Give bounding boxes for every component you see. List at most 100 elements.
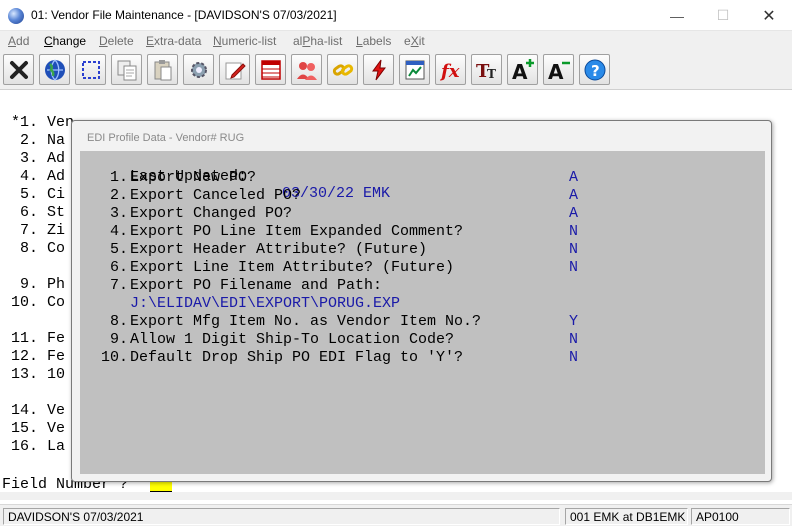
app-globe-icon	[8, 8, 24, 24]
copy-icon	[117, 60, 136, 80]
option-value: N	[569, 241, 579, 258]
globe-button[interactable]	[39, 54, 70, 85]
close-x-icon	[9, 60, 28, 79]
horizontal-scrollbar[interactable]	[0, 492, 792, 500]
option-label: Export Mfg Item No. as Vendor Item No.?	[130, 313, 482, 330]
lightning-button[interactable]	[363, 54, 394, 85]
background-field-line: 5. Ci	[11, 186, 66, 203]
option-number: 6.	[109, 259, 128, 276]
export-path-value: J:\ELIDAV\EDI\EXPORT\PORUG.EXP	[130, 295, 401, 312]
menu-exit[interactable]: eXit	[404, 34, 425, 48]
font-decrease-button[interactable]: A	[543, 54, 574, 85]
svg-text:?: ?	[591, 62, 600, 80]
edit-pencil-button[interactable]	[219, 54, 250, 85]
option-value: Y	[569, 313, 579, 330]
menu-extra-data[interactable]: Extra-data	[146, 34, 201, 48]
edi-option-row[interactable]: 7. Export PO Filename and Path:	[80, 277, 765, 295]
dialog-body: Last Updated: 03/30/22 EMK 1. Export New …	[80, 151, 765, 474]
background-field-line: 12. Fe	[11, 348, 66, 365]
edi-option-row[interactable]: 10. Default Drop Ship PO EDI Flag to 'Y'?…	[80, 349, 765, 367]
option-number: 7.	[109, 277, 128, 294]
option-number: 5.	[109, 241, 128, 258]
font-style-button[interactable]: TT	[471, 54, 502, 85]
background-field-line: 15. Ve	[11, 420, 66, 437]
function-fx-icon: fx	[439, 61, 460, 82]
table-button[interactable]	[255, 54, 286, 85]
edi-option-row[interactable]: 9. Allow 1 Digit Ship-To Location Code? N	[80, 331, 765, 349]
menu-alpha-list[interactable]: alPha-list	[293, 34, 342, 48]
background-field-line: 4. Ad	[11, 168, 66, 185]
option-value: A	[569, 205, 579, 222]
minimize-button[interactable]: —	[654, 0, 700, 31]
option-value: A	[569, 187, 579, 204]
copy-button[interactable]	[111, 54, 142, 85]
title-bar: 01: Vendor File Maintenance - [DAVIDSON'…	[0, 0, 792, 31]
option-label: Allow 1 Digit Ship-To Location Code?	[130, 331, 455, 348]
background-field-line: 8. Co	[11, 240, 66, 257]
svg-text:A: A	[548, 60, 564, 82]
status-user: 001 EMK at DB1EMK	[565, 508, 688, 525]
chart-window-button[interactable]	[399, 54, 430, 85]
option-value: N	[569, 349, 579, 366]
option-number: 9.	[109, 331, 128, 348]
background-field-line: 14. Ve	[11, 402, 66, 419]
menu-add[interactable]: Add	[8, 34, 29, 48]
help-button[interactable]: ?	[579, 54, 610, 85]
background-field-line: 2. Na	[11, 132, 66, 149]
toolbar: fx T T A A?	[0, 50, 792, 90]
edi-option-row[interactable]: 2. Export Canceled PO? A	[80, 187, 765, 205]
edi-option-row[interactable]: 5. Export Header Attribute? (Future) N	[80, 241, 765, 259]
option-label: Default Drop Ship PO EDI Flag to 'Y'?	[130, 349, 464, 366]
link-chain-icon	[332, 63, 353, 76]
menu-delete[interactable]: Delete	[99, 34, 134, 48]
maximize-button[interactable]: ☐	[700, 0, 746, 31]
font-style-icon: TT	[476, 61, 496, 82]
close-window-button[interactable]: ✕	[746, 0, 792, 31]
option-label: Export Canceled PO?	[130, 187, 302, 204]
window-title: 01: Vendor File Maintenance - [DAVIDSON'…	[31, 8, 337, 22]
option-label: Export New PO?	[130, 169, 257, 186]
users-button[interactable]	[291, 54, 322, 85]
lightning-icon	[371, 59, 386, 80]
edi-profile-dialog: EDI Profile Data - Vendor# RUG Last Upda…	[71, 120, 772, 482]
edit-pencil-icon	[225, 62, 246, 79]
option-value: N	[569, 331, 579, 348]
chart-window-icon	[405, 60, 424, 79]
option-value: N	[569, 223, 579, 240]
background-field-line: 7. Zi	[11, 222, 66, 239]
option-number: 3.	[109, 205, 128, 222]
edi-option-row[interactable]: 4. Export PO Line Item Expanded Comment? N	[80, 223, 765, 241]
settings-gear-button[interactable]	[183, 54, 214, 85]
background-field-line: 11. Fe	[11, 330, 66, 347]
select-rectangle-button[interactable]	[75, 54, 106, 85]
background-field-line: 10. Co	[11, 294, 66, 311]
edi-option-row[interactable]: 8. Export Mfg Item No. as Vendor Item No.…	[80, 313, 765, 331]
background-field-line: 6. St	[11, 204, 66, 221]
background-field-line: 16. La	[11, 438, 66, 455]
last-updated-row: Last Updated: 03/30/22 EMK	[80, 151, 390, 202]
edi-option-row[interactable]: 3. Export Changed PO? A	[80, 205, 765, 223]
menu-numeric-list[interactable]: Numeric-list	[213, 34, 276, 48]
status-company: DAVIDSON'S 07/03/2021	[3, 508, 560, 525]
close-x-button[interactable]	[3, 54, 34, 85]
option-label: Export Changed PO?	[130, 205, 293, 222]
edi-option-row[interactable]: 6. Export Line Item Attribute? (Future) N	[80, 259, 765, 277]
paste-button[interactable]	[147, 54, 178, 85]
edi-option-row[interactable]: 1. Export New PO? A	[80, 169, 765, 187]
function-fx-button[interactable]: fx	[435, 54, 466, 85]
option-value: A	[569, 169, 579, 186]
menu-change[interactable]: Change	[44, 34, 86, 48]
option-value: N	[569, 259, 579, 276]
menu-labels[interactable]: Labels	[356, 34, 391, 48]
font-decrease-icon: A	[548, 60, 570, 82]
option-number: 2.	[109, 187, 128, 204]
background-field-line: 3. Ad	[11, 150, 66, 167]
option-label: Export PO Line Item Expanded Comment?	[130, 223, 464, 240]
link-chain-button[interactable]	[327, 54, 358, 85]
font-increase-button[interactable]: A	[507, 54, 538, 85]
option-number: 1.	[109, 169, 128, 186]
font-increase-icon: A	[512, 58, 534, 82]
settings-gear-icon	[190, 61, 207, 78]
menu-bar: Add Change Delete Extra-data Numeric-list alP…	[0, 31, 792, 50]
option-label: Export Header Attribute? (Future)	[130, 241, 428, 258]
